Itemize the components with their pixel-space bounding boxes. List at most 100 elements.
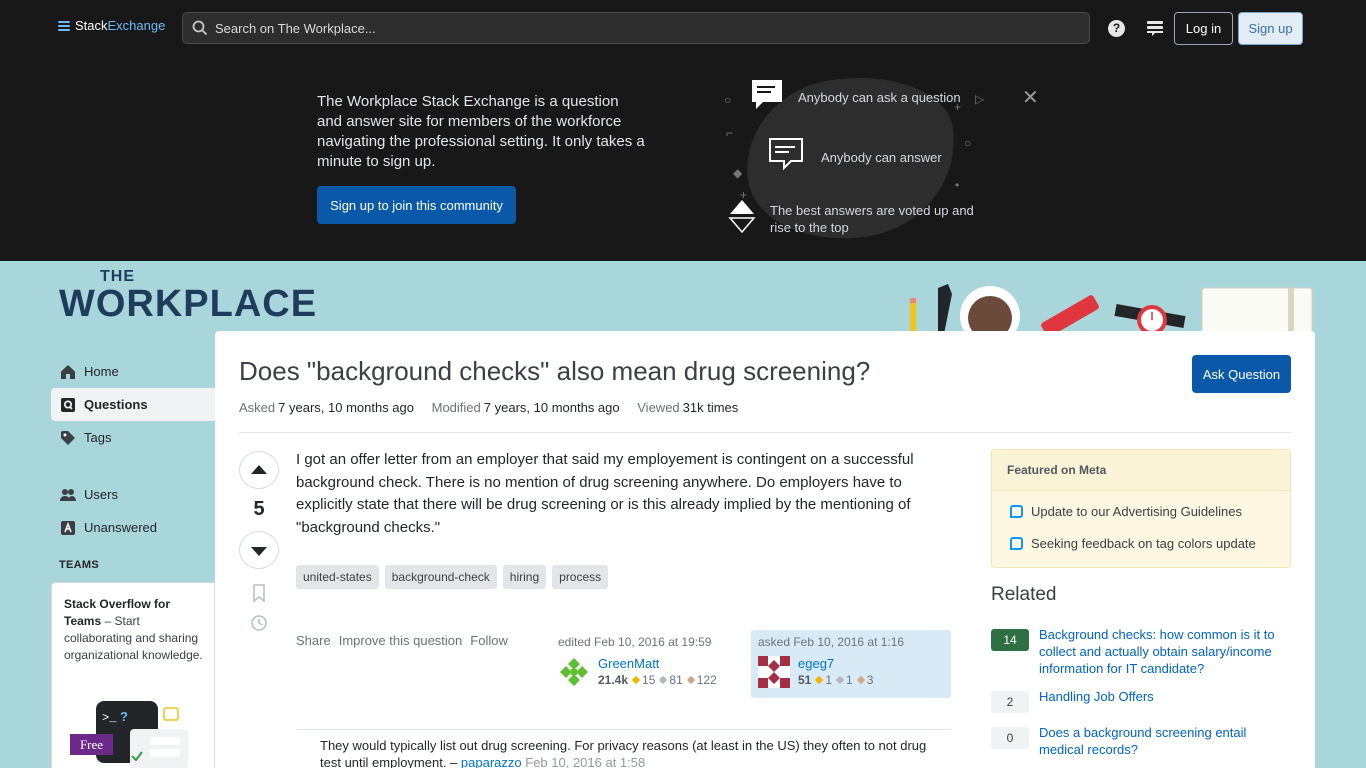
site-logo[interactable]: WORKPLACE — [59, 283, 317, 326]
join-community-button[interactable]: Sign up to join this community — [317, 186, 516, 224]
meta-item-label[interactable]: Seeking feedback on tag colors update — [1031, 536, 1256, 551]
bronze-badge-icon — [856, 676, 865, 685]
svg-text:?: ? — [120, 709, 128, 724]
editor-gold-count: 15 — [642, 673, 656, 687]
history-icon[interactable] — [250, 614, 268, 632]
nav-users[interactable]: Users — [51, 478, 215, 511]
tag-hiring[interactable]: hiring — [502, 565, 547, 589]
related-link[interactable]: Does a background screening entail medic… — [1039, 724, 1289, 758]
search-box[interactable] — [182, 12, 1090, 44]
asked-value[interactable]: 7 years, 10 months ago — [278, 400, 414, 415]
nav-tags[interactable]: Tags — [51, 421, 215, 454]
asked-timestamp[interactable]: asked Feb 10, 2016 at 1:16 — [758, 635, 944, 649]
modified-label: Modified — [431, 400, 481, 415]
feature-answer: Anybody can answer — [821, 150, 942, 165]
meta-item[interactable]: Update to our Advertising Guidelines — [1010, 504, 1242, 519]
editor-signature: edited Feb 10, 2016 at 19:59 GreenMatt 2… — [551, 630, 737, 698]
nav-home[interactable]: Home — [51, 355, 215, 388]
gold-badge-icon — [631, 676, 641, 685]
related-link[interactable]: Background checks: how common is it to c… — [1039, 626, 1289, 677]
answer-count[interactable]: 0 — [991, 727, 1029, 749]
owner-avatar[interactable] — [758, 656, 790, 688]
editor-bronze-count: 122 — [696, 673, 717, 687]
comment: They would typically list out drug scree… — [320, 737, 940, 768]
diamond-decoration: ◆ — [733, 166, 743, 180]
login-button[interactable]: Log in — [1174, 12, 1233, 45]
upvote-button[interactable] — [239, 451, 279, 489]
related-link[interactable]: Handling Job Offers — [1039, 688, 1289, 705]
nav-unanswered[interactable]: Unanswered — [51, 511, 215, 544]
stackexchange-icon — [58, 20, 70, 31]
search-input[interactable] — [215, 13, 1075, 43]
meta-item[interactable]: Seeking feedback on tag colors update — [1010, 536, 1256, 551]
viewed-label: Viewed — [637, 400, 680, 415]
modified-value[interactable]: 7 years, 10 months ago — [484, 400, 620, 415]
tag-background-check[interactable]: background-check — [384, 565, 497, 589]
desk-illustration — [910, 284, 1313, 332]
share-link[interactable]: Share — [296, 633, 331, 648]
nav-tags-label: Tags — [84, 430, 112, 445]
tag-process[interactable]: process — [552, 565, 609, 589]
search-icon — [192, 20, 208, 36]
hero-description: The Workplace Stack Exchange is a questi… — [317, 93, 645, 170]
follow-link[interactable]: Follow — [470, 633, 508, 648]
editor-rep-score: 21.4k — [598, 673, 629, 687]
comment-user[interactable]: paparazzo — [461, 755, 522, 768]
editor-silver-count: 81 — [669, 673, 683, 687]
teams-heading: TEAMS — [59, 559, 99, 571]
site-switcher-icon[interactable] — [1146, 20, 1164, 37]
owner-silver-count: 1 — [846, 673, 853, 687]
owner-gold-count: 1 — [825, 673, 833, 687]
answer-count[interactable]: 2 — [991, 691, 1029, 713]
edited-timestamp[interactable]: edited Feb 10, 2016 at 19:59 — [558, 635, 730, 649]
triangle-decoration: ▷ — [975, 92, 985, 106]
logo-text-exchange: Exchange — [107, 18, 166, 33]
silver-badge-icon — [835, 676, 845, 685]
owner-bronze-count: 3 — [866, 673, 874, 687]
help-icon[interactable]: ? — [1108, 20, 1125, 37]
comment-divider — [296, 729, 951, 730]
stackexchange-logo[interactable]: StackExchange — [58, 18, 165, 33]
tag-united-states[interactable]: united-states — [296, 565, 379, 589]
circle-decoration: ○ — [964, 136, 972, 150]
gold-badge-icon — [815, 676, 824, 685]
close-icon[interactable]: ✕ — [1022, 88, 1039, 108]
meta-item-label[interactable]: Update to our Advertising Guidelines — [1031, 504, 1242, 519]
featured-on-meta-title: Featured on Meta — [992, 450, 1290, 491]
meta-post-icon — [1010, 537, 1023, 550]
questions-icon — [61, 397, 75, 412]
featured-on-meta: Featured on Meta Update to our Advertisi… — [991, 449, 1291, 568]
nav-questions[interactable]: Questions — [51, 388, 215, 421]
viewed-value: 31k times — [682, 400, 739, 415]
improve-question-link[interactable]: Improve this question — [339, 633, 463, 648]
arrow-up-icon — [251, 465, 267, 474]
vote-arrows-icon — [728, 200, 756, 234]
teams-promo-text: Stack Overflow for Teams – Start collabo… — [64, 596, 204, 664]
signup-button[interactable]: Sign up — [1238, 12, 1303, 45]
signup-hero: The Workplace Stack Exchange is a questi… — [0, 56, 1366, 261]
vote-count: 5 — [253, 498, 265, 520]
comment-date[interactable]: Feb 10, 2016 at 1:58 — [525, 755, 645, 768]
bookmark-icon[interactable] — [250, 584, 268, 602]
asked-label: Asked — [239, 400, 276, 415]
tag-icon — [61, 430, 75, 445]
answer-count[interactable]: 14 — [991, 629, 1029, 651]
editor-avatar[interactable] — [558, 656, 590, 688]
downvote-button[interactable] — [239, 531, 279, 569]
teams-promo[interactable]: Stack Overflow for Teams – Start collabo… — [51, 582, 215, 768]
main-content: Does "background checks" also mean drug … — [215, 331, 1315, 768]
editor-reputation: 21.4k 15 81 122 — [598, 673, 717, 687]
dot-decoration: • — [955, 178, 960, 192]
editor-name[interactable]: GreenMatt — [598, 656, 659, 671]
divider — [239, 432, 1291, 433]
nav-unanswered-label: Unanswered — [84, 520, 157, 535]
owner-signature: asked Feb 10, 2016 at 1:16 egeg7 51 1 1 3 — [751, 630, 951, 698]
question-title[interactable]: Does "background checks" also mean drug … — [239, 356, 870, 387]
post-menu: Share Improve this question Follow — [296, 633, 508, 648]
silver-badge-icon — [659, 676, 668, 685]
feature-ask: Anybody can ask a question — [798, 90, 961, 105]
corner-decoration: ⌐ — [726, 126, 734, 140]
ask-question-button[interactable]: Ask Question — [1192, 355, 1291, 393]
owner-name[interactable]: egeg7 — [798, 656, 834, 671]
related-heading: Related — [991, 584, 1057, 605]
